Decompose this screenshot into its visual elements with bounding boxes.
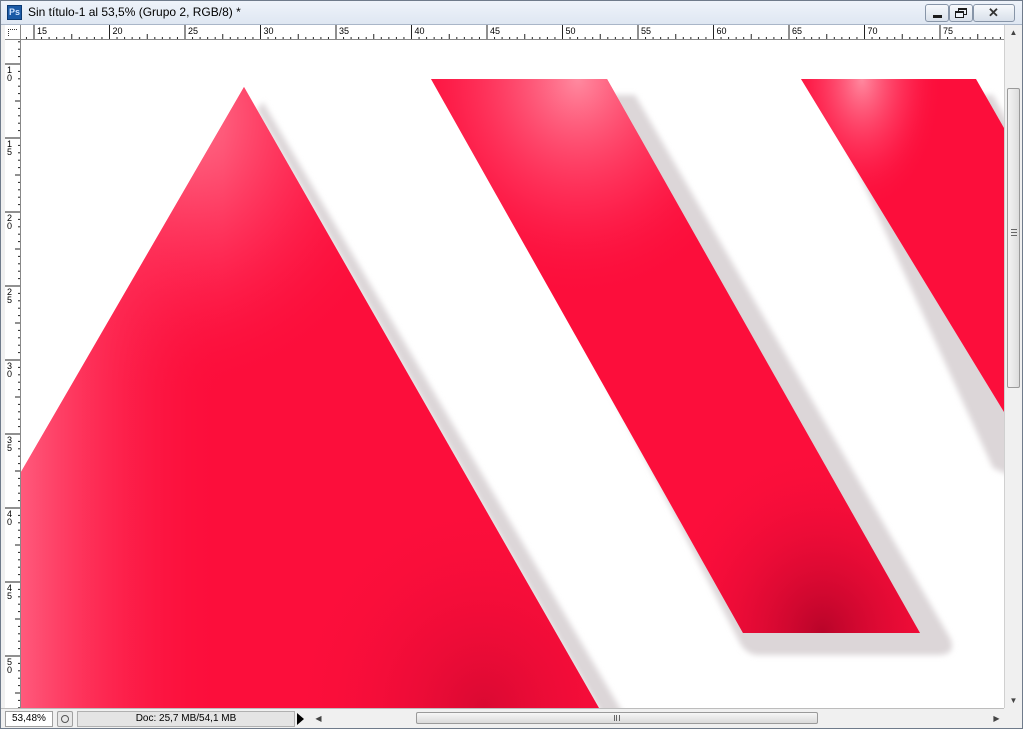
status-info-button[interactable]	[57, 711, 73, 727]
vertical-ruler-scale: 101520253035404550	[5, 41, 20, 708]
restore-button[interactable]	[949, 4, 973, 22]
ruler-label: 5	[7, 295, 12, 305]
horizontal-ruler[interactable]: 15 20 25 30 35 40 45 50 55 60 65 70 75	[21, 25, 1004, 40]
grip-icon	[1011, 229, 1017, 236]
doc-size-info: Doc: 25,7 MB/54,1 MB	[77, 711, 295, 727]
horizontal-ruler-scale: 15 20 25 30 35 40 45 50 55 60 65 70 75	[25, 25, 1001, 39]
ruler-label: 20	[113, 26, 123, 36]
vertical-scrollbar[interactable]: ▲ ▼	[1004, 25, 1022, 708]
minimize-icon	[933, 15, 942, 18]
title-bar[interactable]: Ps Sin título-1 al 53,5% (Grupo 2, RGB/8…	[1, 1, 1022, 25]
zoom-level-field[interactable]: 53,48%	[5, 711, 53, 727]
ruler-label: 75	[943, 26, 953, 36]
ruler-label: 25	[188, 26, 198, 36]
ruler-label: 55	[641, 26, 651, 36]
clock-icon	[61, 715, 69, 723]
artwork	[21, 79, 1004, 708]
ruler-label: 5	[7, 443, 12, 453]
ruler-label: 60	[717, 26, 727, 36]
scroll-right-arrow-icon[interactable]: ▶	[989, 710, 1004, 727]
ruler-label: 5	[7, 147, 12, 157]
minimize-button[interactable]	[925, 4, 949, 22]
canvas[interactable]	[21, 40, 1004, 708]
close-icon: ✕	[988, 5, 999, 20]
ruler-label: 15	[37, 26, 47, 36]
ruler-label: 5	[7, 591, 12, 601]
photoshop-icon: Ps	[7, 5, 22, 20]
ruler-origin-icon	[8, 29, 17, 36]
status-bar: 53,48% Doc: 25,7 MB/54,1 MB ◀ ▶	[1, 708, 1022, 728]
ruler-label: 45	[490, 26, 500, 36]
ruler-label: 65	[792, 26, 802, 36]
ruler-label: 35	[339, 26, 349, 36]
vertical-ruler[interactable]: 101520253035404550	[5, 40, 21, 708]
ruler-label: 0	[7, 369, 12, 379]
window-title: Sin título-1 al 53,5% (Grupo 2, RGB/8) *	[28, 5, 241, 19]
close-button[interactable]: ✕	[973, 4, 1015, 22]
horizontal-scrollbar[interactable]: ◀ ▶	[311, 710, 1004, 727]
resize-corner[interactable]	[1004, 708, 1022, 728]
scroll-up-arrow-icon[interactable]: ▲	[1005, 25, 1022, 40]
ruler-label: 40	[415, 26, 425, 36]
ruler-label: 0	[7, 665, 12, 675]
scroll-left-arrow-icon[interactable]: ◀	[311, 710, 326, 727]
document-window: Ps Sin título-1 al 53,5% (Grupo 2, RGB/8…	[0, 0, 1023, 729]
ruler-origin-corner[interactable]	[5, 25, 21, 40]
ruler-label: 50	[566, 26, 576, 36]
status-menu-arrow-icon[interactable]	[297, 713, 304, 725]
ruler-label: 0	[7, 73, 12, 83]
scroll-down-arrow-icon[interactable]: ▼	[1005, 693, 1022, 708]
horizontal-scroll-thumb[interactable]	[416, 712, 818, 724]
vertical-scroll-thumb[interactable]	[1007, 88, 1020, 388]
ruler-label: 0	[7, 221, 12, 231]
ruler-label: 0	[7, 517, 12, 527]
ruler-label: 70	[868, 26, 878, 36]
grip-icon	[614, 715, 620, 721]
ruler-label: 30	[264, 26, 274, 36]
